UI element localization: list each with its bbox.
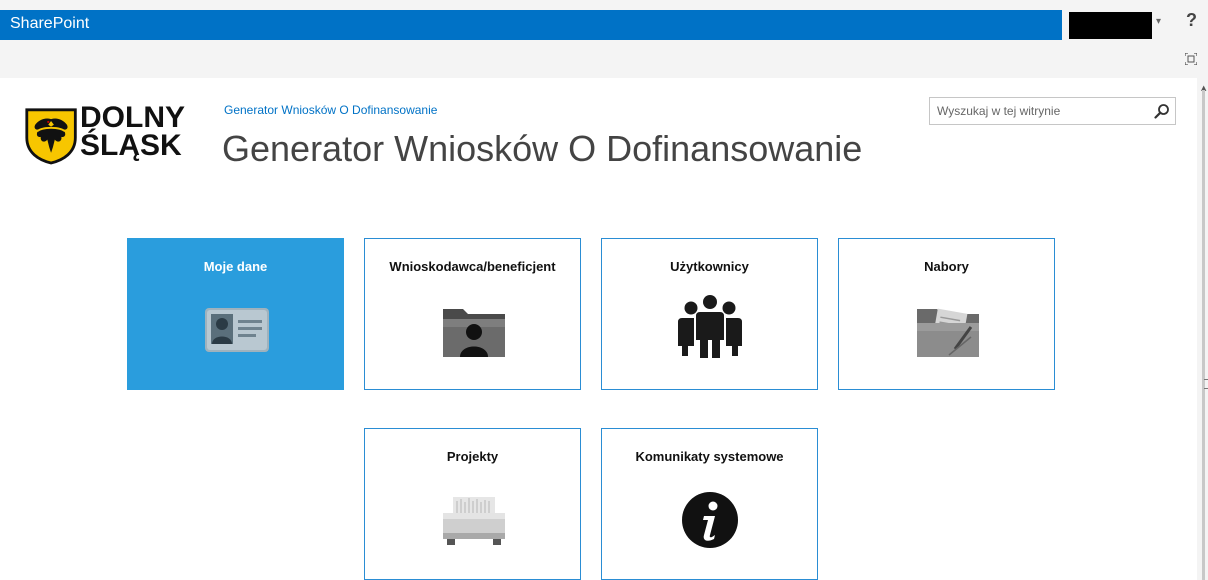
id-card-icon [205,308,269,352]
tile-label: Nabory [924,259,969,274]
page-title: Generator Wniosków O Dofinansowanie [222,128,863,169]
help-icon[interactable]: ? [1186,10,1197,31]
search-input[interactable] [930,98,1147,124]
info-icon [682,492,738,548]
logo-line-slask: ŚLĄSK [80,129,182,162]
scrollbar-track[interactable] [1202,90,1205,580]
site-search-box [929,97,1176,125]
chevron-down-icon[interactable]: ▾ [1156,16,1161,27]
users-group-icon [678,295,742,358]
suite-bar [0,0,1208,40]
logo-line-dolny: DOLNY [80,101,185,134]
tile-label: Projekty [446,449,499,464]
tile-nabory[interactable]: Nabory [838,238,1055,390]
tile-projekty[interactable]: Projekty [364,428,581,580]
scrollbar-grip[interactable] [1204,379,1208,389]
focus-on-content-icon[interactable] [1185,53,1197,65]
document-folder-icon [917,308,979,357]
tile-label: Komunikaty systemowe [635,449,784,464]
breadcrumb[interactable]: Generator Wniosków O Dofinansowanie [224,103,437,117]
tile-label: Moje dane [203,259,268,274]
tile-label: Wnioskodawca/beneficjent [389,259,556,274]
tile-moje-dane[interactable]: Moje dane [127,238,344,390]
logo-wordmark[interactable]: DOLNY ŚLĄSK [80,101,185,162]
tile-wnioskodawca-beneficjent[interactable]: Wnioskodawca/beneficjent [364,238,581,390]
ribbon-bar [0,40,1208,78]
file-cabinet-icon [443,497,505,545]
suite-bar-brand-strip [0,10,1062,40]
sharepoint-brand-link[interactable]: SharePoint [10,15,89,33]
tile-label: Użytkownicy [670,259,749,274]
tile-uzytkownicy[interactable]: Użytkownicy [601,238,818,390]
person-folder-icon [443,309,505,357]
search-icon[interactable] [1154,103,1170,119]
dolny-slask-logo[interactable] [24,104,80,166]
user-account-menu[interactable] [1069,12,1152,39]
tile-komunikaty-systemowe[interactable]: Komunikaty systemowe [601,428,818,580]
